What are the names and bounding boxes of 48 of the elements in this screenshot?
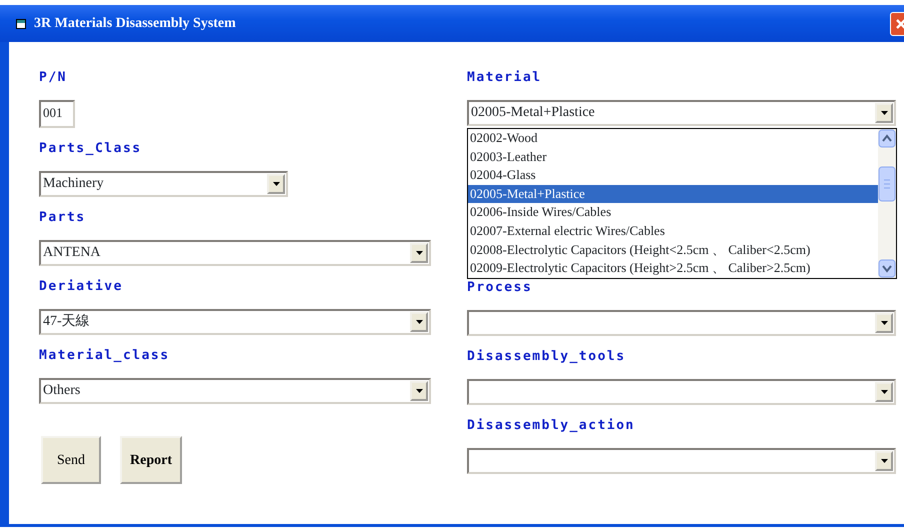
dropdown-option[interactable]: 02009-Electrolytic Capacitors (Height>2.5cm 、 Caliber>2.5cm) — [468, 259, 878, 278]
field-label: Parts_Class — [39, 140, 143, 158]
dropdown-arrow-button[interactable] — [410, 381, 428, 401]
dropdown-arrow-button[interactable] — [875, 313, 893, 333]
dropdown-field[interactable]: 47-天線 — [39, 309, 431, 335]
dropdown-arrow-button[interactable] — [875, 451, 893, 471]
app-icon — [16, 18, 26, 28]
caret-icon — [880, 321, 888, 325]
caret-icon — [880, 390, 888, 394]
text-field[interactable]: 001 — [39, 100, 75, 128]
dropdown-field[interactable] — [467, 448, 896, 474]
dropdown-field[interactable]: ANTENA — [39, 240, 431, 266]
close-icon — [895, 18, 904, 30]
dropdown-option[interactable]: 02003-Leather — [468, 148, 878, 166]
dropdown-field[interactable] — [467, 379, 896, 405]
dropdown-option[interactable]: 02005-Metal+Plastice — [468, 184, 878, 204]
caret-icon — [880, 459, 888, 463]
caret-icon — [272, 182, 280, 186]
dropdown-field[interactable] — [467, 310, 896, 336]
field-label: Disassembly_tools — [467, 348, 627, 366]
dropdown-option[interactable]: 02006-Inside Wires/Cables — [468, 203, 878, 222]
field-label: Parts — [39, 209, 87, 227]
form-button[interactable]: Send — [41, 436, 101, 484]
scrollbar-drawing[interactable] — [878, 129, 896, 279]
dropdown-option[interactable]: 02002-Wood — [468, 129, 878, 148]
dropdown-arrow-button[interactable] — [875, 382, 893, 402]
field-label: Deriative — [39, 278, 124, 296]
caret-icon — [880, 111, 888, 115]
field-label: Disassembly_action — [467, 417, 636, 435]
field-label: Process — [467, 279, 534, 297]
form-button[interactable]: Report — [120, 436, 182, 484]
caret-icon — [416, 320, 422, 324]
dropdown-arrow-button[interactable] — [410, 243, 428, 263]
dropdown-field[interactable]: Others — [39, 378, 431, 404]
dropdown-option[interactable]: 02007-External electric Wires/Cables — [468, 222, 878, 241]
dropdown-arrow-button[interactable] — [875, 103, 893, 123]
field-label: Material_class — [39, 347, 171, 365]
dropdown-arrow-button[interactable] — [267, 174, 285, 194]
dropdown-arrow-button[interactable] — [410, 312, 428, 332]
dropdown-field[interactable]: 02005-Metal+Plastice — [467, 100, 896, 126]
dropdown-option[interactable]: 02004-Glass — [468, 166, 878, 185]
caret-icon — [416, 251, 422, 255]
dropdown-field[interactable]: Machinery — [39, 171, 288, 197]
dropdown-option[interactable]: 02008-Electrolytic Capacitors (Height<2.5cm 、 Caliber<2.5cm) — [468, 240, 878, 260]
field-label: Material — [467, 69, 543, 87]
caret-icon — [416, 389, 422, 393]
window-title: 3R Materials Disassembly System — [34, 15, 236, 33]
field-label: P/N — [39, 69, 68, 87]
